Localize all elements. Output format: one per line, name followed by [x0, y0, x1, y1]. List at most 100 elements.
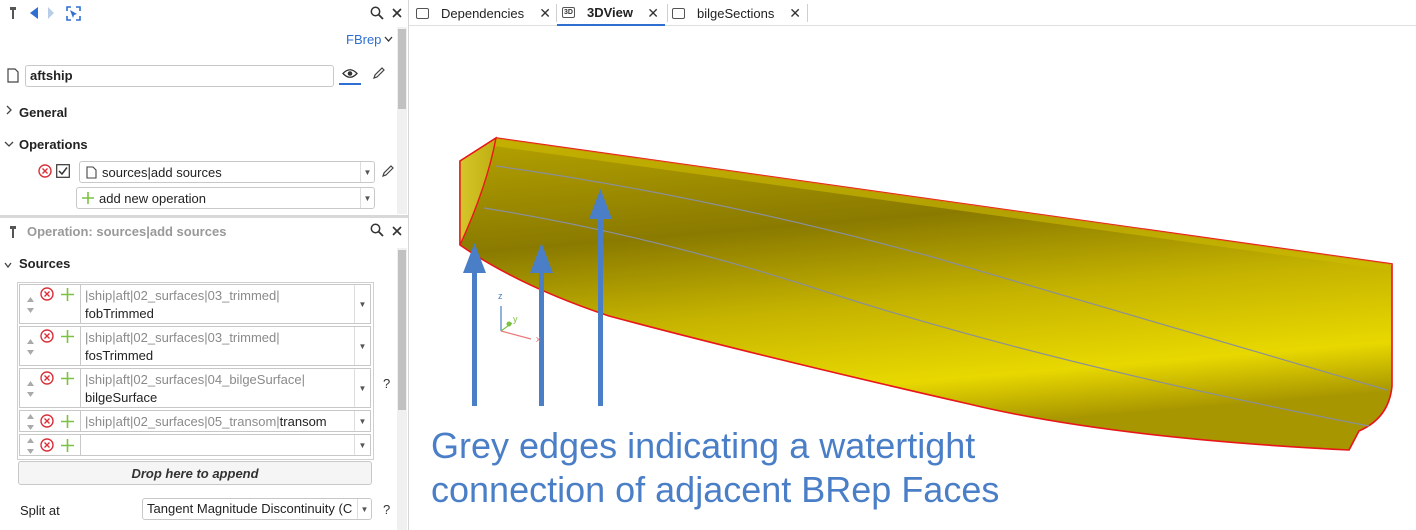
top-scrollbar[interactable] [397, 27, 407, 214]
object-name-field[interactable]: aftship [25, 65, 334, 87]
source-field[interactable]: |ship|aft|02_surfaces|04_bilgeSurface| b… [80, 369, 354, 407]
close-tab-icon[interactable]: ✕ [539, 5, 551, 22]
operation-select[interactable]: sources|add sources ▼ [79, 161, 375, 183]
dropdown-arrow-icon[interactable]: ▼ [354, 369, 370, 407]
dropdown-arrow-icon[interactable]: ▼ [357, 499, 371, 519]
close-tab-icon[interactable]: ✕ [789, 5, 801, 22]
reorder-arrows-icon[interactable] [24, 295, 36, 315]
operation-panel-title: Operation: sources|add sources [27, 224, 227, 239]
back-arrow-icon[interactable] [28, 6, 40, 20]
tab-bar: Dependencies ✕ 3D 3DView ✕ bilgeSections… [409, 0, 1416, 26]
visibility-toggle[interactable] [339, 63, 361, 85]
source-row-empty[interactable]: ▼ [19, 434, 371, 456]
tab-bilgesections[interactable]: bilgeSections ✕ [669, 0, 807, 26]
source-path: |ship|aft|02_surfaces|03_trimmed| [85, 288, 280, 303]
axis-z-label: z [498, 291, 503, 301]
split-at-label: Split at [20, 503, 60, 518]
axis-x-label: x [536, 334, 541, 344]
remove-source-icon[interactable] [40, 329, 54, 343]
eye-icon [342, 68, 358, 78]
operation-doc-icon [85, 165, 97, 179]
bottom-scrollbar[interactable] [397, 248, 407, 530]
dropdown-arrow-icon[interactable]: ▼ [354, 435, 370, 455]
reorder-arrows-icon[interactable] [24, 412, 36, 432]
pin-icon[interactable] [8, 224, 18, 240]
chevron-right-icon[interactable] [6, 105, 13, 118]
source-value: transom [279, 414, 327, 429]
reorder-arrows-icon[interactable] [24, 337, 36, 357]
split-at-value: Tangent Magnitude Discontinuity (C [147, 501, 353, 516]
source-row[interactable]: |ship|aft|02_surfaces|05_transom|transom… [19, 410, 371, 432]
dropdown-arrow-icon[interactable]: ▼ [354, 327, 370, 365]
source-row[interactable]: |ship|aft|02_surfaces|03_trimmed| fobTri… [19, 284, 371, 324]
axis-y-label: y [513, 314, 518, 324]
operation-label: sources|add sources [102, 165, 222, 180]
dropdown-arrow-icon[interactable]: ▼ [354, 411, 370, 431]
pin-icon[interactable] [8, 5, 18, 21]
document-icon [6, 67, 20, 83]
source-row[interactable]: |ship|aft|02_surfaces|03_trimmed| fosTri… [19, 326, 371, 366]
dropdown-arrow-icon[interactable]: ▼ [354, 285, 370, 323]
tab-label: Dependencies [441, 5, 525, 21]
checkbox-checked[interactable] [56, 164, 70, 178]
remove-operation-icon[interactable] [38, 164, 52, 178]
remove-source-icon[interactable] [40, 414, 54, 428]
source-path: |ship|aft|02_surfaces|03_trimmed| [85, 330, 280, 345]
chevron-down-icon[interactable] [4, 259, 12, 271]
top-scrollbar-thumb[interactable] [398, 29, 406, 109]
tab-3dview[interactable]: 3D 3DView ✕ [557, 0, 665, 26]
reorder-arrows-icon[interactable] [24, 436, 36, 456]
main-view-area: Dependencies ✕ 3D 3DView ✕ bilgeSections… [409, 0, 1416, 530]
close-tab-icon[interactable]: ✕ [647, 5, 659, 22]
add-source-icon[interactable] [60, 287, 74, 301]
add-source-icon[interactable] [60, 329, 74, 343]
source-field[interactable]: |ship|aft|02_surfaces|03_trimmed| fobTri… [80, 285, 354, 323]
split-at-select[interactable]: Tangent Magnitude Discontinuity (C ▼ [142, 498, 372, 520]
tab-dependencies[interactable]: Dependencies ✕ [414, 0, 557, 26]
axis-triad: z y x [498, 291, 541, 344]
search-icon[interactable] [369, 5, 385, 21]
add-operation-select[interactable]: add new operation ▼ [76, 187, 375, 209]
chevron-down-icon[interactable] [4, 139, 14, 151]
source-row[interactable]: |ship|aft|02_surfaces|04_bilgeSurface| b… [19, 368, 371, 408]
remove-source-icon[interactable] [40, 371, 54, 385]
help-icon[interactable]: ? [383, 502, 390, 517]
forward-arrow-icon[interactable] [46, 6, 56, 20]
edit-operation-pencil-icon[interactable] [380, 163, 396, 179]
type-label[interactable]: FBrep [346, 32, 381, 47]
general-section-header[interactable]: General [19, 105, 67, 120]
help-icon[interactable]: ? [383, 376, 390, 391]
code-tab-icon [672, 7, 685, 19]
edit-pencil-icon[interactable] [371, 65, 387, 81]
remove-source-icon[interactable] [40, 287, 54, 301]
sources-section-header[interactable]: Sources [19, 256, 70, 271]
annotation-line-1: Grey edges indicating a watertight [431, 425, 976, 466]
source-field[interactable]: |ship|aft|02_surfaces|03_trimmed| fosTri… [80, 327, 354, 365]
remove-source-icon[interactable] [40, 438, 54, 452]
tab-label: 3DView [587, 4, 634, 20]
source-path: |ship|aft|02_surfaces|05_transom| [85, 414, 280, 429]
search-icon[interactable] [369, 222, 385, 238]
add-source-icon[interactable] [60, 371, 74, 385]
add-source-icon[interactable] [60, 414, 74, 428]
panel-splitter[interactable] [0, 215, 409, 218]
add-source-icon[interactable] [60, 438, 74, 452]
reorder-arrows-icon[interactable] [24, 379, 36, 399]
source-path: |ship|aft|02_surfaces|04_bilgeSurface| [85, 372, 305, 387]
source-value: fosTrimmed [85, 348, 154, 363]
locate-in-tree-icon[interactable] [65, 5, 81, 21]
drop-append-zone[interactable]: Drop here to append [18, 461, 372, 485]
close-panel-icon[interactable] [390, 223, 404, 239]
dropdown-arrow-icon[interactable]: ▼ [360, 162, 374, 182]
annotation-text: Grey edges indicating a watertight conne… [431, 424, 999, 512]
close-panel-icon[interactable] [390, 5, 404, 21]
source-field[interactable]: |ship|aft|02_surfaces|05_transom|transom [80, 411, 354, 431]
plus-icon [81, 191, 95, 205]
chevron-down-icon[interactable] [383, 32, 393, 46]
source-field[interactable] [80, 435, 354, 455]
source-value: fobTrimmed [85, 306, 154, 321]
property-panel: FBrep aftship General Operations sources… [0, 0, 409, 530]
bottom-scrollbar-thumb[interactable] [398, 250, 406, 410]
operations-section-header[interactable]: Operations [19, 137, 88, 152]
dropdown-arrow-icon[interactable]: ▼ [360, 188, 374, 208]
